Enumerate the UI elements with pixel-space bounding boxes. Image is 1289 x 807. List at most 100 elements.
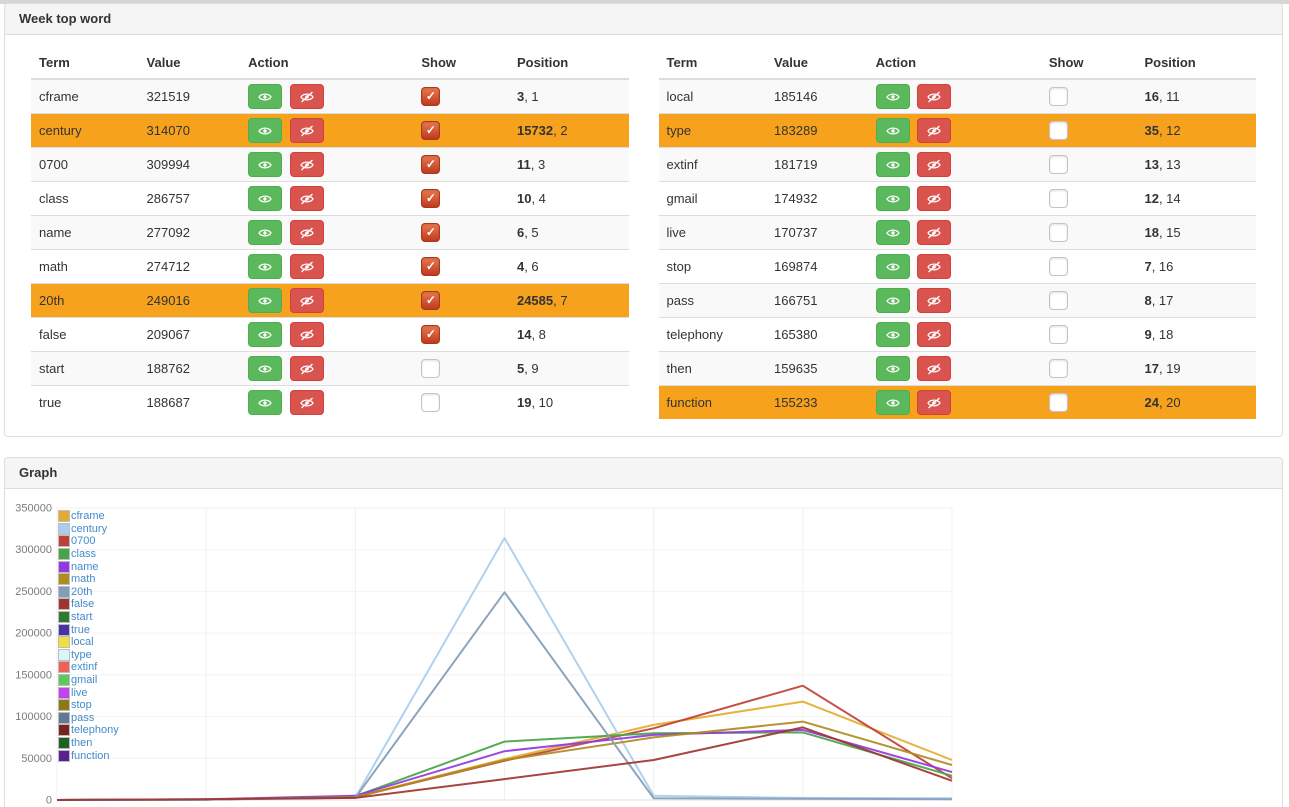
show-checkbox[interactable]: ✓ [1049, 87, 1068, 106]
show-checkbox[interactable]: ✓ [421, 359, 440, 378]
show-checkbox[interactable]: ✓ [1049, 359, 1068, 378]
table-row[interactable]: gmail 174932 ✓ 12, 14 [659, 182, 1257, 216]
legend-item-live[interactable]: live [58, 686, 119, 699]
show-action-button[interactable] [876, 322, 910, 347]
legend-item-pass[interactable]: pass [58, 712, 119, 725]
show-action-button[interactable] [248, 288, 282, 313]
table-row[interactable]: name 277092 ✓ 6, 5 [31, 216, 629, 250]
hide-action-button[interactable] [917, 84, 951, 109]
show-action-button[interactable] [876, 356, 910, 381]
legend-item-extinf[interactable]: extinf [58, 661, 119, 674]
show-action-button[interactable] [248, 186, 282, 211]
legend-item-gmail[interactable]: gmail [58, 674, 119, 687]
table-row[interactable]: stop 169874 ✓ 7, 16 [659, 250, 1257, 284]
table-row[interactable]: math 274712 ✓ 4, 6 [31, 250, 629, 284]
show-checkbox[interactable]: ✓ [1049, 189, 1068, 208]
legend-item-math[interactable]: math [58, 573, 119, 586]
show-action-button[interactable] [876, 390, 910, 415]
show-checkbox[interactable]: ✓ [1049, 291, 1068, 310]
show-checkbox[interactable]: ✓ [421, 325, 440, 344]
hide-action-button[interactable] [917, 356, 951, 381]
table-row[interactable]: 20th 249016 ✓ 24585, 7 [31, 284, 629, 318]
show-action-button[interactable] [248, 356, 282, 381]
show-action-button[interactable] [876, 84, 910, 109]
hide-action-button[interactable] [290, 288, 324, 313]
show-action-button[interactable] [876, 186, 910, 211]
show-checkbox[interactable]: ✓ [1049, 393, 1068, 412]
hide-action-button[interactable] [290, 186, 324, 211]
table-row[interactable]: 0700 309994 ✓ 11, 3 [31, 148, 629, 182]
legend-item-cframe[interactable]: cframe [58, 510, 119, 523]
show-checkbox[interactable]: ✓ [421, 223, 440, 242]
table-row[interactable]: live 170737 ✓ 18, 15 [659, 216, 1257, 250]
legend-item-true[interactable]: true [58, 623, 119, 636]
table-row[interactable]: cframe 321519 ✓ 3, 1 [31, 79, 629, 114]
table-row[interactable]: then 159635 ✓ 17, 19 [659, 352, 1257, 386]
legend-item-name[interactable]: name [58, 560, 119, 573]
legend-item-type[interactable]: type [58, 649, 119, 662]
show-checkbox[interactable]: ✓ [421, 291, 440, 310]
hide-action-button[interactable] [290, 220, 324, 245]
show-checkbox[interactable]: ✓ [1049, 257, 1068, 276]
show-action-button[interactable] [248, 220, 282, 245]
table-row[interactable]: function 155233 ✓ 24, 20 [659, 386, 1257, 420]
show-action-button[interactable] [248, 118, 282, 143]
show-action-button[interactable] [876, 118, 910, 143]
legend-item-local[interactable]: local [58, 636, 119, 649]
table-row[interactable]: true 188687 ✓ 19, 10 [31, 386, 629, 420]
table-row[interactable]: century 314070 ✓ 15732, 2 [31, 114, 629, 148]
table-row[interactable]: local 185146 ✓ 16, 11 [659, 79, 1257, 114]
legend-item-class[interactable]: class [58, 548, 119, 561]
show-checkbox[interactable]: ✓ [1049, 121, 1068, 140]
table-row[interactable]: pass 166751 ✓ 8, 17 [659, 284, 1257, 318]
legend-item-century[interactable]: century [58, 523, 119, 536]
hide-action-button[interactable] [290, 390, 324, 415]
legend-item-20th[interactable]: 20th [58, 586, 119, 599]
legend-item-telephony[interactable]: telephony [58, 724, 119, 737]
show-checkbox[interactable]: ✓ [421, 87, 440, 106]
legend-item-then[interactable]: then [58, 737, 119, 750]
hide-action-button[interactable] [917, 220, 951, 245]
hide-action-button[interactable] [290, 356, 324, 381]
legend-item-0700[interactable]: 0700 [58, 535, 119, 548]
hide-action-button[interactable] [290, 254, 324, 279]
hide-action-button[interactable] [917, 152, 951, 177]
hide-action-button[interactable] [290, 322, 324, 347]
show-action-button[interactable] [876, 288, 910, 313]
table-row[interactable]: telephony 165380 ✓ 9, 18 [659, 318, 1257, 352]
show-action-button[interactable] [876, 220, 910, 245]
table-row[interactable]: extinf 181719 ✓ 13, 13 [659, 148, 1257, 182]
show-action-button[interactable] [248, 84, 282, 109]
show-checkbox[interactable]: ✓ [421, 257, 440, 276]
show-checkbox[interactable]: ✓ [421, 393, 440, 412]
show-action-button[interactable] [248, 390, 282, 415]
table-row[interactable]: false 209067 ✓ 14, 8 [31, 318, 629, 352]
show-action-button[interactable] [248, 254, 282, 279]
show-action-button[interactable] [248, 152, 282, 177]
table-row[interactable]: start 188762 ✓ 5, 9 [31, 352, 629, 386]
show-checkbox[interactable]: ✓ [1049, 223, 1068, 242]
table-row[interactable]: type 183289 ✓ 35, 12 [659, 114, 1257, 148]
show-action-button[interactable] [876, 152, 910, 177]
hide-action-button[interactable] [290, 118, 324, 143]
show-action-button[interactable] [248, 322, 282, 347]
show-checkbox[interactable]: ✓ [421, 121, 440, 140]
legend-item-function[interactable]: function [58, 749, 119, 762]
hide-action-button[interactable] [917, 186, 951, 211]
legend-item-start[interactable]: start [58, 611, 119, 624]
hide-action-button[interactable] [917, 254, 951, 279]
hide-action-button[interactable] [917, 322, 951, 347]
show-checkbox[interactable]: ✓ [421, 189, 440, 208]
hide-action-button[interactable] [917, 390, 951, 415]
legend-item-stop[interactable]: stop [58, 699, 119, 712]
hide-action-button[interactable] [917, 118, 951, 143]
show-checkbox[interactable]: ✓ [1049, 325, 1068, 344]
show-checkbox[interactable]: ✓ [421, 155, 440, 174]
hide-action-button[interactable] [917, 288, 951, 313]
table-row[interactable]: class 286757 ✓ 10, 4 [31, 182, 629, 216]
hide-action-button[interactable] [290, 84, 324, 109]
show-action-button[interactable] [876, 254, 910, 279]
legend-item-false[interactable]: false [58, 598, 119, 611]
hide-action-button[interactable] [290, 152, 324, 177]
show-checkbox[interactable]: ✓ [1049, 155, 1068, 174]
